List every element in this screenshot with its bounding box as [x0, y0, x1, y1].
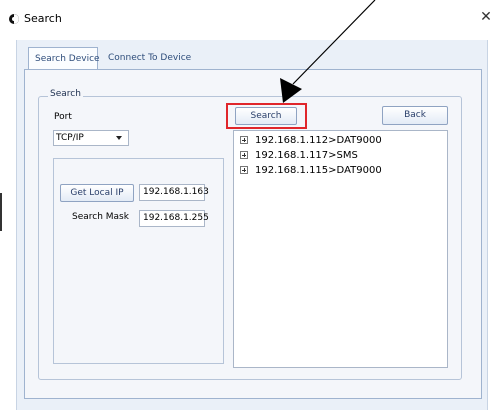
plus-box-icon[interactable] — [240, 136, 248, 144]
list-item[interactable]: 192.168.1.115>DAT9000 — [240, 165, 382, 176]
search-button[interactable]: Search — [235, 107, 297, 125]
tab-search-device[interactable]: Search Device — [28, 47, 100, 69]
chevron-down-icon — [116, 136, 122, 140]
port-label: Port — [54, 112, 72, 122]
app-logo-icon — [9, 14, 19, 24]
window-title: Search — [24, 12, 62, 25]
search-group-legend: Search — [48, 89, 83, 99]
list-item-label: 192.168.1.112>DAT9000 — [255, 135, 382, 146]
list-item[interactable]: 192.168.1.117>SMS — [240, 150, 358, 161]
port-select[interactable]: TCP/IP — [53, 130, 129, 146]
local-ip-field[interactable]: 192.168.1.163 — [139, 184, 209, 201]
list-item[interactable]: 192.168.1.112>DAT9000 — [240, 135, 382, 146]
tab-connect-to-device[interactable]: Connect To Device — [102, 47, 202, 69]
back-button[interactable]: Back — [382, 106, 448, 125]
close-icon[interactable]: ✕ — [478, 9, 494, 25]
search-mask-field[interactable]: 192.168.1.255 — [139, 210, 209, 227]
get-local-ip-button[interactable]: Get Local IP — [60, 184, 134, 202]
plus-box-icon[interactable] — [240, 151, 248, 159]
list-item-label: 192.168.1.115>DAT9000 — [255, 165, 382, 176]
window-edge — [0, 193, 2, 231]
plus-box-icon[interactable] — [240, 166, 248, 174]
results-list[interactable]: 192.168.1.112>DAT9000 192.168.1.117>SMS … — [233, 130, 448, 368]
title-bar — [0, 0, 499, 40]
port-select-value: TCP/IP — [56, 133, 84, 143]
list-item-label: 192.168.1.117>SMS — [255, 150, 358, 161]
search-mask-label: Search Mask — [72, 212, 129, 222]
